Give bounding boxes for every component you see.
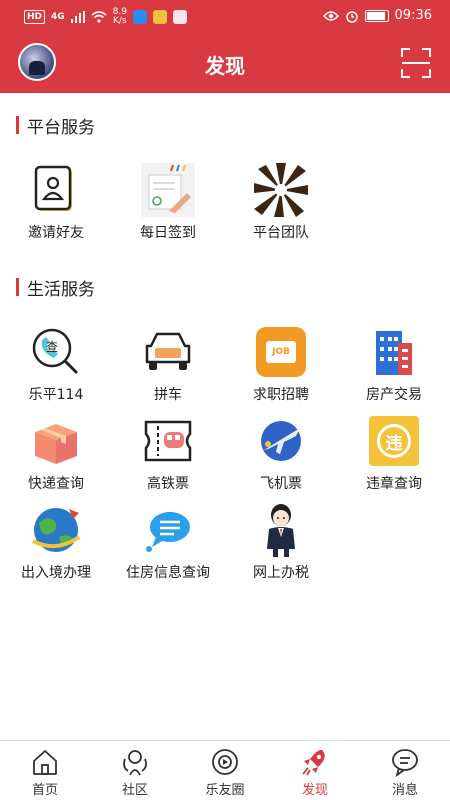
wifi-icon (91, 11, 107, 23)
speed-unit: K/s (113, 16, 127, 26)
app-notification-icon (173, 10, 187, 24)
nav-item-messages[interactable]: 消息 (360, 741, 450, 800)
grid-item-label: 乐平114 (28, 387, 84, 403)
clock: 09:36 (394, 8, 432, 23)
nav-item-home[interactable]: 首页 (0, 741, 90, 800)
nav-item-friends-circle[interactable]: 乐友圈 (180, 741, 270, 800)
grid-item-express-query[interactable]: 快递查询 (0, 414, 112, 500)
violation-char: 违 (377, 424, 411, 458)
message-icon (392, 749, 418, 777)
battery-icon (364, 9, 389, 22)
status-bar: HD 4G 8.9 K/s 09:36 (0, 0, 450, 33)
section-accent-bar (16, 278, 19, 296)
grid-item-leping114[interactable]: 查 乐平114 (0, 325, 112, 411)
grid-item-label: 出入境办理 (21, 565, 91, 581)
grid-item-label: 每日签到 (140, 225, 196, 241)
nav-label: 首页 (31, 783, 58, 798)
page-title: 发现 (205, 54, 245, 78)
grid-item-real-estate[interactable]: 房产交易 (338, 325, 450, 411)
grid-item-invite[interactable]: 邀请好友 (0, 163, 112, 249)
grid-item-online-tax[interactable]: 网上办税 (225, 503, 337, 589)
grid-item-label: 违章查询 (366, 476, 422, 492)
grid-item-housing-info[interactable]: 住房信息查询 (112, 503, 224, 589)
app-notification-icon (133, 10, 147, 24)
globe-icon (29, 503, 83, 557)
job-badge: JOB (266, 341, 296, 363)
grid-item-label: 住房信息查询 (126, 565, 210, 581)
airplane-icon (254, 414, 308, 468)
car-icon (141, 325, 195, 379)
section-title-text: 生活服务 (27, 279, 95, 300)
section-accent-bar (16, 116, 19, 134)
circle-icon (212, 749, 238, 775)
svg-text:查: 查 (46, 340, 58, 354)
grid-item-label: 邀请好友 (28, 225, 84, 241)
grid-item-violation-query[interactable]: 违 违章查询 (338, 414, 450, 500)
signal-icon (70, 11, 85, 23)
grid-item-job[interactable]: JOB 求职招聘 (225, 325, 337, 411)
section-title-text: 平台服务 (27, 117, 95, 138)
section-title-life: 生活服务 (16, 277, 95, 300)
grid-item-carpool[interactable]: 拼车 (112, 325, 224, 411)
tax-clerk-icon (254, 503, 308, 557)
community-icon (123, 750, 147, 776)
grid-item-daily-signin[interactable]: 每日签到 (112, 163, 224, 249)
section-title-platform: 平台服务 (16, 115, 95, 138)
app-notification-icon (153, 10, 167, 24)
grid-item-label: 高铁票 (147, 476, 189, 492)
grid-item-label: 飞机票 (260, 476, 302, 492)
grid-item-label: 拼车 (154, 387, 182, 403)
nav-label: 乐友圈 (205, 783, 245, 798)
grid-item-label: 房产交易 (366, 387, 422, 403)
nav-item-community[interactable]: 社区 (90, 741, 180, 800)
sign-in-icon (141, 163, 195, 217)
nav-label: 社区 (121, 783, 148, 798)
grid-item-entry-exit[interactable]: 出入境办理 (0, 503, 112, 589)
train-ticket-icon (141, 414, 195, 468)
grid-item-label: 快递查询 (28, 476, 84, 492)
grid-item-label: 平台团队 (253, 225, 309, 241)
nav-label: 发现 (301, 783, 328, 798)
invite-icon (29, 163, 83, 217)
violation-icon: 违 (367, 414, 421, 468)
package-icon (29, 414, 83, 468)
nav-item-discover[interactable]: 发现 (270, 741, 360, 800)
job-icon: JOB (254, 325, 308, 379)
grid-item-flight-ticket[interactable]: 飞机票 (225, 414, 337, 500)
home-icon (33, 750, 57, 775)
grid-item-train-ticket[interactable]: 高铁票 (112, 414, 224, 500)
app-header: 发现 (0, 33, 450, 93)
nav-label: 消息 (391, 783, 418, 798)
phone-search-icon: 查 (29, 325, 83, 379)
chat-bubble-icon (141, 503, 195, 557)
building-icon (367, 325, 421, 379)
network-speed: 8.9 K/s (113, 8, 127, 26)
grid-item-platform-team[interactable]: 平台团队 (225, 163, 337, 249)
grid-item-label: 求职招聘 (253, 387, 309, 403)
team-icon (254, 163, 308, 217)
network-type: 4G (51, 12, 65, 22)
grid-item-label: 网上办税 (253, 565, 309, 581)
eye-icon (322, 10, 339, 21)
hd-indicator: HD (24, 10, 46, 24)
bottom-nav: 首页 社区 乐友圈 发现 消息 (0, 740, 450, 800)
alarm-icon (345, 10, 358, 23)
rocket-icon (302, 749, 325, 776)
scan-icon[interactable] (400, 47, 432, 79)
